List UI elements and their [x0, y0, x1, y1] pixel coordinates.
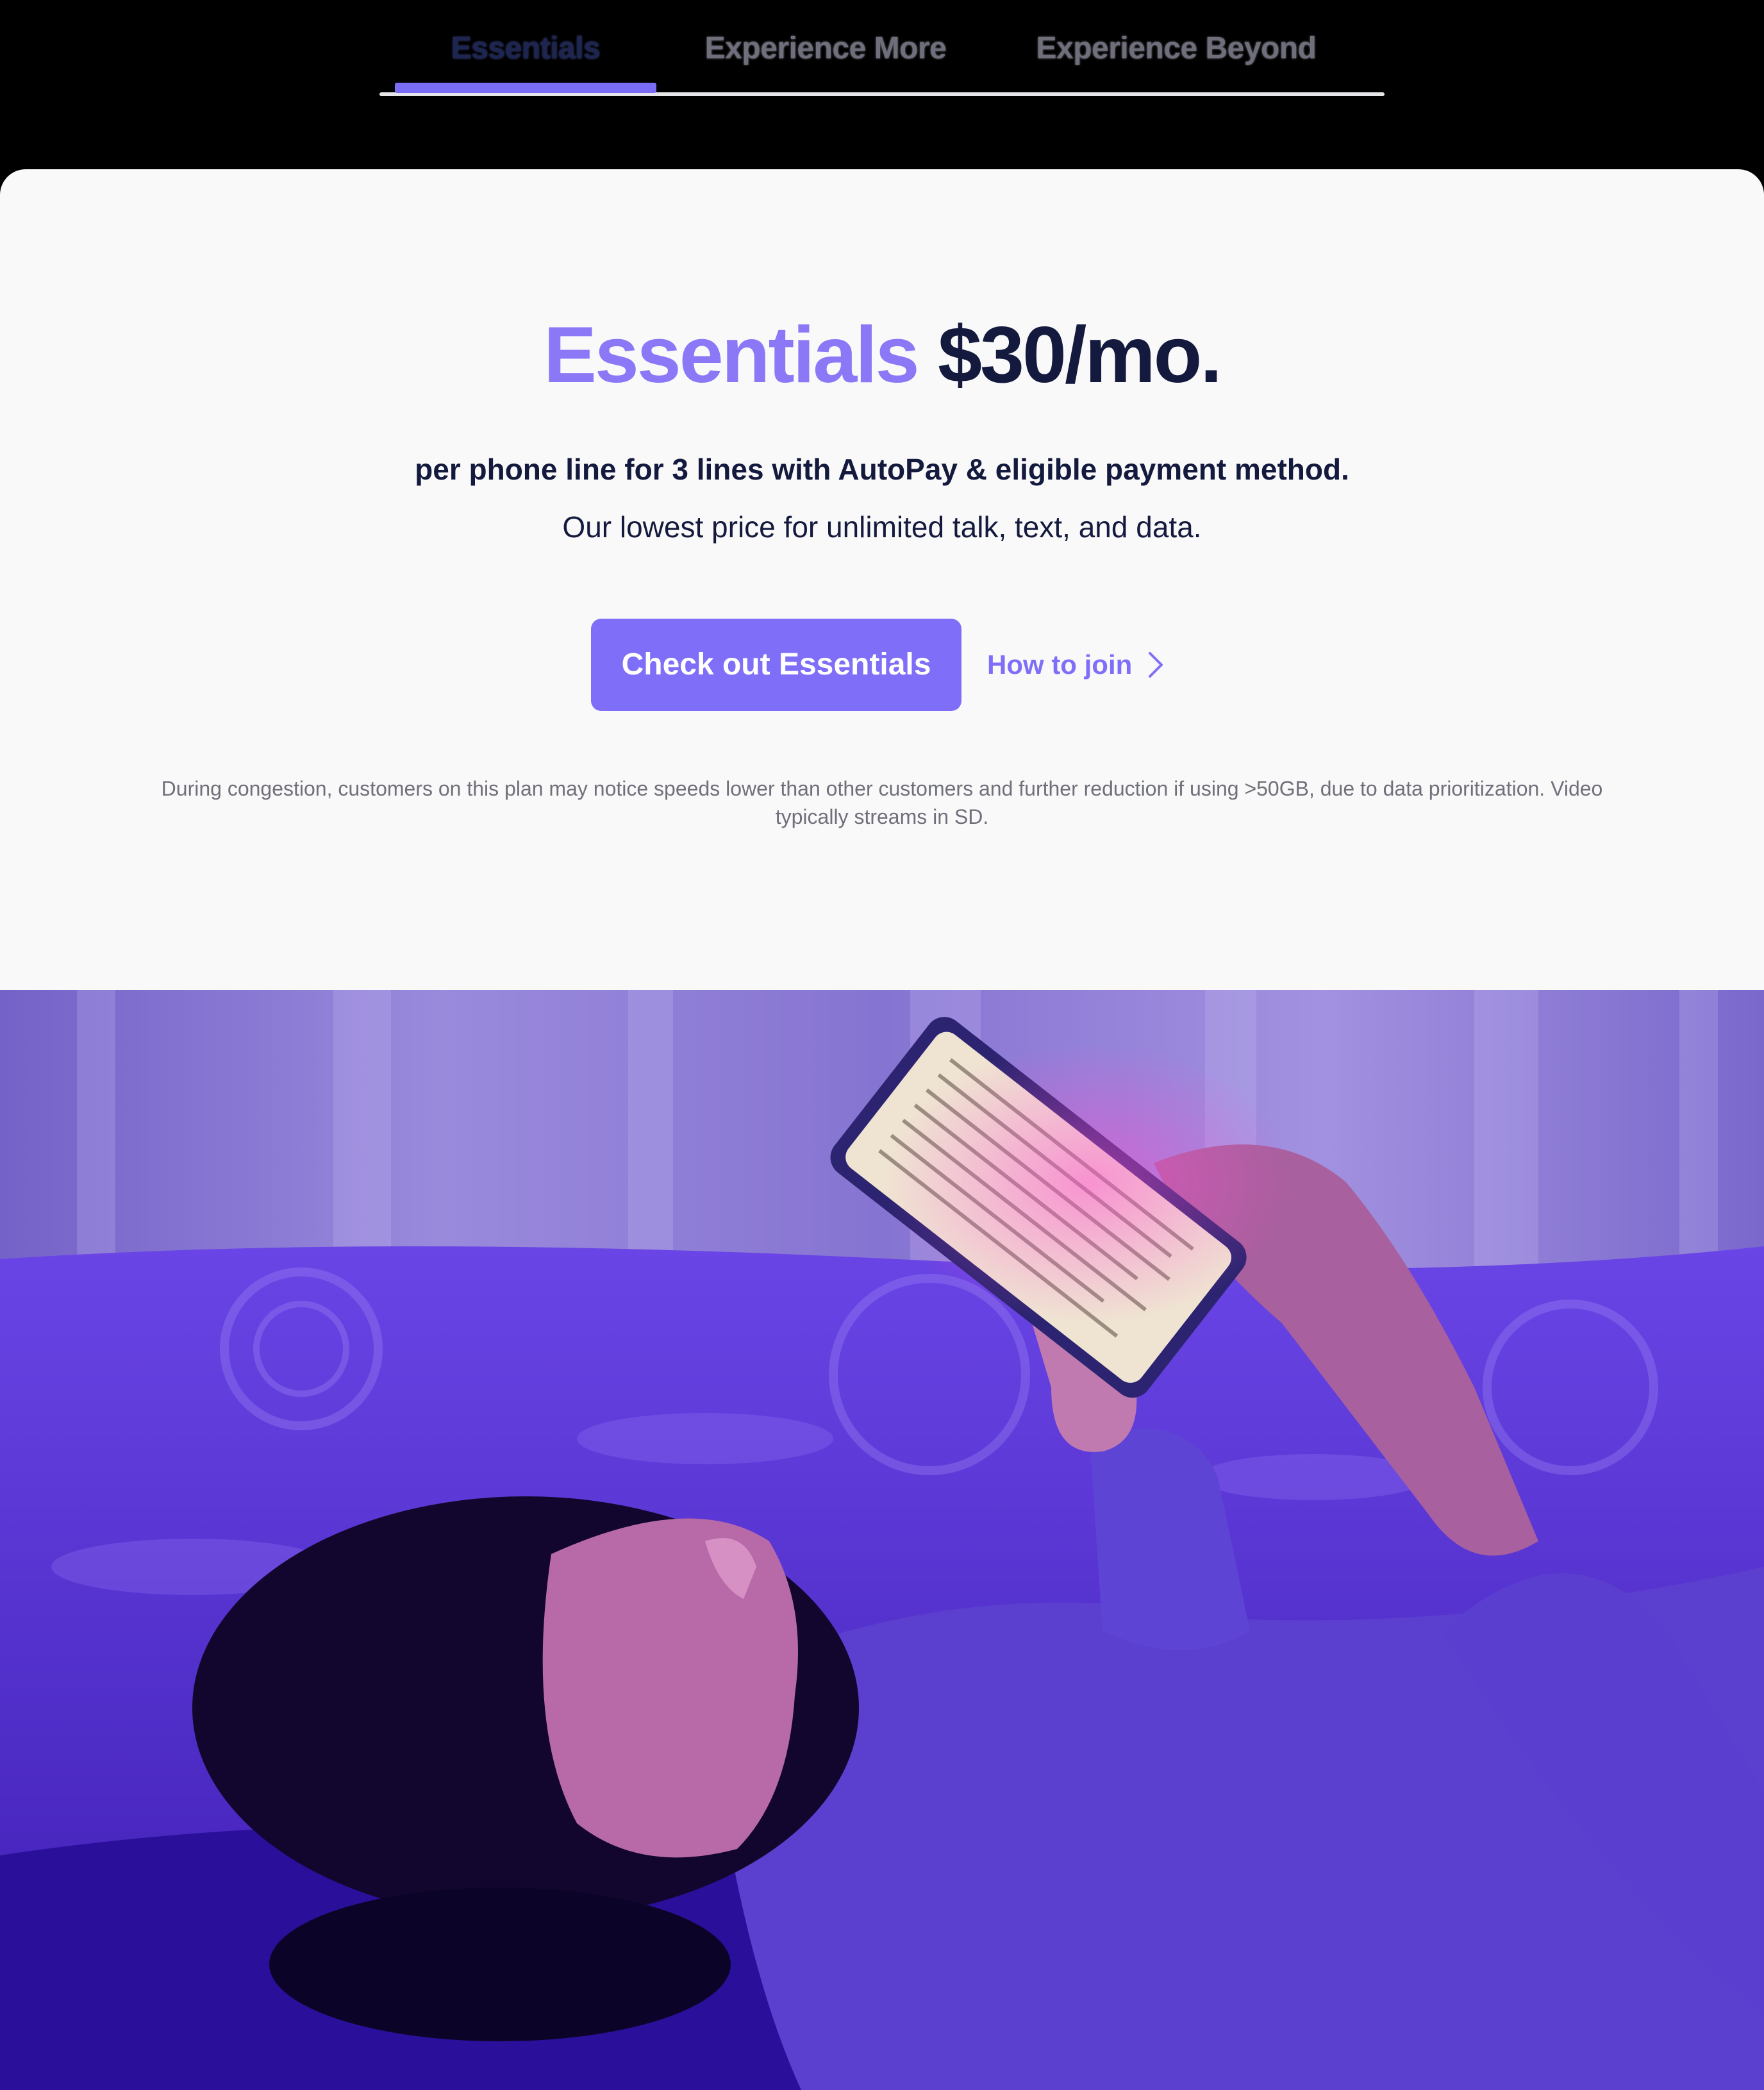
check-out-essentials-button[interactable]: Check out Essentials — [591, 619, 961, 711]
tab-essentials[interactable]: Essentials — [395, 26, 656, 72]
plan-name: Essentials — [544, 311, 919, 399]
price-qualifier: per phone line for 3 lines with AutoPay … — [415, 453, 1349, 486]
plan-headline: Essentials $30/mo. — [0, 304, 1764, 406]
hero-lifestyle-photo — [0, 990, 1764, 2090]
chevron-right-icon — [1147, 651, 1164, 679]
plan-tab-bar: Essentials Experience More Experience Be… — [0, 0, 1764, 169]
how-to-join-label: How to join — [987, 649, 1133, 680]
tab-label: Experience Beyond — [1036, 31, 1317, 65]
plan-price: $30/mo. — [938, 311, 1222, 399]
plan-hero-card: Essentials $30/mo. per phone line for 3 … — [0, 169, 1764, 990]
active-tab-indicator — [395, 83, 656, 93]
plan-tagline: Our lowest price for unlimited talk, tex… — [562, 510, 1202, 544]
tab-label: Experience More — [704, 31, 947, 65]
how-to-join-link[interactable]: How to join — [987, 642, 1164, 687]
tab-experience-more[interactable]: Experience More — [691, 26, 960, 72]
data-prioritization-disclaimer: During congestion, customers on this pla… — [161, 777, 1603, 828]
tab-label: Essentials — [451, 31, 601, 65]
tab-experience-beyond[interactable]: Experience Beyond — [1026, 26, 1327, 72]
